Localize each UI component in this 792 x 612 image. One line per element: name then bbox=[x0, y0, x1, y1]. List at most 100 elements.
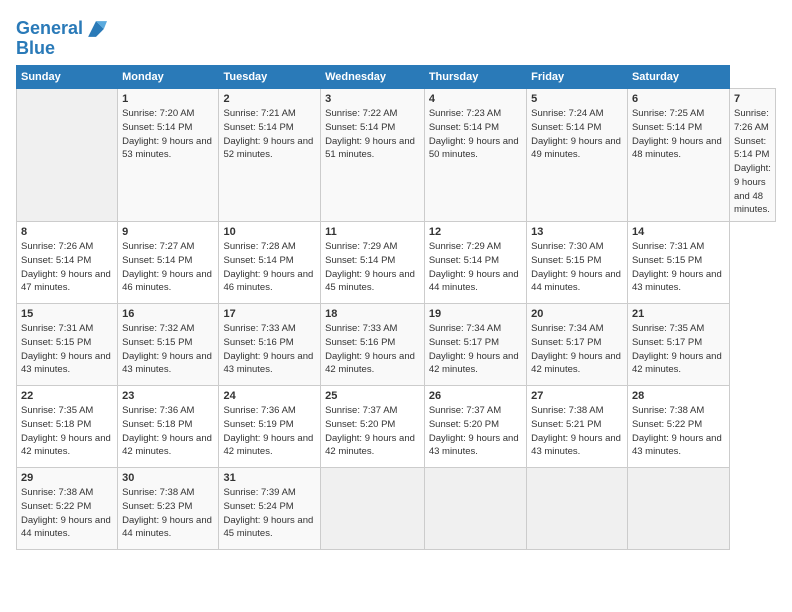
day-info: Sunrise: 7:38 AMSunset: 5:22 PMDaylight:… bbox=[21, 486, 113, 541]
calendar-cell: 3 Sunrise: 7:22 AMSunset: 5:14 PMDaylight… bbox=[321, 89, 425, 222]
calendar-cell: 10 Sunrise: 7:28 AMSunset: 5:14 PMDayligh… bbox=[219, 222, 321, 304]
day-number: 12 bbox=[429, 226, 522, 238]
day-number: 13 bbox=[531, 226, 623, 238]
calendar-cell: 12Sunrise: 7:29 AMSunset: 5:14 PMDayligh… bbox=[424, 222, 526, 304]
calendar-week-3: 15 Sunrise: 7:31 AMSunset: 5:15 PMDayligh… bbox=[17, 304, 776, 386]
calendar-cell bbox=[321, 468, 425, 550]
day-info: Sunrise: 7:34 AMSunset: 5:17 PMDaylight:… bbox=[531, 322, 623, 377]
calendar-week-1: 1 Sunrise: 7:20 AMSunset: 5:14 PMDaylight… bbox=[17, 89, 776, 222]
day-info: Sunrise: 7:39 AMSunset: 5:24 PMDaylight:… bbox=[223, 486, 316, 541]
calendar-cell: 28 Sunrise: 7:38 AMSunset: 5:22 PMDayligh… bbox=[627, 386, 729, 468]
day-info: Sunrise: 7:25 AMSunset: 5:14 PMDaylight:… bbox=[632, 107, 725, 162]
day-number: 15 bbox=[21, 308, 113, 320]
day-number: 30 bbox=[122, 472, 214, 484]
calendar-cell bbox=[627, 468, 729, 550]
day-info: Sunrise: 7:37 AMSunset: 5:20 PMDaylight:… bbox=[325, 404, 420, 459]
day-info: Sunrise: 7:30 AMSunset: 5:15 PMDaylight:… bbox=[531, 240, 623, 295]
calendar-cell: 6Sunrise: 7:25 AMSunset: 5:14 PMDaylight… bbox=[627, 89, 729, 222]
day-info: Sunrise: 7:29 AMSunset: 5:14 PMDaylight:… bbox=[325, 240, 420, 295]
day-info: Sunrise: 7:38 AMSunset: 5:22 PMDaylight:… bbox=[632, 404, 725, 459]
dow-header-saturday: Saturday bbox=[627, 66, 729, 89]
calendar-week-5: 29Sunrise: 7:38 AMSunset: 5:22 PMDayligh… bbox=[17, 468, 776, 550]
calendar-cell: 26Sunrise: 7:37 AMSunset: 5:20 PMDayligh… bbox=[424, 386, 526, 468]
calendar-cell: 27 Sunrise: 7:38 AMSunset: 5:21 PMDayligh… bbox=[527, 386, 628, 468]
calendar-cell bbox=[527, 468, 628, 550]
dow-header-tuesday: Tuesday bbox=[219, 66, 321, 89]
day-info: Sunrise: 7:22 AMSunset: 5:14 PMDaylight:… bbox=[325, 107, 420, 162]
day-number: 2 bbox=[223, 93, 316, 105]
calendar-cell: 15 Sunrise: 7:31 AMSunset: 5:15 PMDayligh… bbox=[17, 304, 118, 386]
day-number: 10 bbox=[223, 226, 316, 238]
day-info: Sunrise: 7:32 AMSunset: 5:15 PMDaylight:… bbox=[122, 322, 214, 377]
day-number: 8 bbox=[21, 226, 113, 238]
calendar-week-4: 22Sunrise: 7:35 AMSunset: 5:18 PMDayligh… bbox=[17, 386, 776, 468]
calendar-cell: 22Sunrise: 7:35 AMSunset: 5:18 PMDayligh… bbox=[17, 386, 118, 468]
page-container: General Blue SundayMondayTuesdayWednesda… bbox=[0, 0, 792, 612]
day-info: Sunrise: 7:31 AMSunset: 5:15 PMDaylight:… bbox=[21, 322, 113, 377]
day-info: Sunrise: 7:20 AMSunset: 5:14 PMDaylight:… bbox=[122, 107, 214, 162]
day-info: Sunrise: 7:28 AMSunset: 5:14 PMDaylight:… bbox=[223, 240, 316, 295]
calendar-cell: 7Sunrise: 7:26 AMSunset: 5:14 PMDaylight… bbox=[729, 89, 775, 222]
day-number: 14 bbox=[632, 226, 725, 238]
calendar-cell: 11 Sunrise: 7:29 AMSunset: 5:14 PMDayligh… bbox=[321, 222, 425, 304]
logo-blue: Blue bbox=[16, 38, 107, 59]
day-number: 9 bbox=[122, 226, 214, 238]
logo-icon bbox=[85, 18, 107, 40]
day-number: 18 bbox=[325, 308, 420, 320]
day-number: 4 bbox=[429, 93, 522, 105]
calendar-cell: 21 Sunrise: 7:35 AMSunset: 5:17 PMDayligh… bbox=[627, 304, 729, 386]
day-number: 31 bbox=[223, 472, 316, 484]
calendar-cell: 4 Sunrise: 7:23 AMSunset: 5:14 PMDaylight… bbox=[424, 89, 526, 222]
header: General Blue bbox=[16, 14, 776, 59]
day-info: Sunrise: 7:26 AMSunset: 5:14 PMDaylight:… bbox=[734, 107, 771, 217]
dow-header-monday: Monday bbox=[118, 66, 219, 89]
calendar-cell: 23 Sunrise: 7:36 AMSunset: 5:18 PMDayligh… bbox=[118, 386, 219, 468]
day-info: Sunrise: 7:34 AMSunset: 5:17 PMDaylight:… bbox=[429, 322, 522, 377]
logo-text: General bbox=[16, 19, 83, 39]
calendar-cell: 20 Sunrise: 7:34 AMSunset: 5:17 PMDayligh… bbox=[527, 304, 628, 386]
day-info: Sunrise: 7:23 AMSunset: 5:14 PMDaylight:… bbox=[429, 107, 522, 162]
calendar-cell: 14 Sunrise: 7:31 AMSunset: 5:15 PMDayligh… bbox=[627, 222, 729, 304]
day-info: Sunrise: 7:35 AMSunset: 5:17 PMDaylight:… bbox=[632, 322, 725, 377]
day-info: Sunrise: 7:33 AMSunset: 5:16 PMDaylight:… bbox=[325, 322, 420, 377]
day-number: 19 bbox=[429, 308, 522, 320]
day-number: 27 bbox=[531, 390, 623, 402]
day-number: 26 bbox=[429, 390, 522, 402]
days-of-week-row: SundayMondayTuesdayWednesdayThursdayFrid… bbox=[17, 66, 776, 89]
calendar-cell: 24Sunrise: 7:36 AMSunset: 5:19 PMDayligh… bbox=[219, 386, 321, 468]
day-number: 28 bbox=[632, 390, 725, 402]
empty-cell bbox=[17, 89, 118, 222]
day-info: Sunrise: 7:31 AMSunset: 5:15 PMDaylight:… bbox=[632, 240, 725, 295]
day-number: 17 bbox=[223, 308, 316, 320]
calendar-cell: 16 Sunrise: 7:32 AMSunset: 5:15 PMDayligh… bbox=[118, 304, 219, 386]
day-info: Sunrise: 7:36 AMSunset: 5:18 PMDaylight:… bbox=[122, 404, 214, 459]
calendar-table: SundayMondayTuesdayWednesdayThursdayFrid… bbox=[16, 65, 776, 550]
day-info: Sunrise: 7:38 AMSunset: 5:23 PMDaylight:… bbox=[122, 486, 214, 541]
day-number: 24 bbox=[223, 390, 316, 402]
calendar-cell: 5 Sunrise: 7:24 AMSunset: 5:14 PMDaylight… bbox=[527, 89, 628, 222]
day-number: 16 bbox=[122, 308, 214, 320]
calendar-week-2: 8 Sunrise: 7:26 AMSunset: 5:14 PMDaylight… bbox=[17, 222, 776, 304]
day-number: 20 bbox=[531, 308, 623, 320]
logo: General Blue bbox=[16, 18, 107, 59]
dow-header-sunday: Sunday bbox=[17, 66, 118, 89]
day-info: Sunrise: 7:26 AMSunset: 5:14 PMDaylight:… bbox=[21, 240, 113, 295]
calendar-cell: 2Sunrise: 7:21 AMSunset: 5:14 PMDaylight… bbox=[219, 89, 321, 222]
calendar-cell: 29Sunrise: 7:38 AMSunset: 5:22 PMDayligh… bbox=[17, 468, 118, 550]
day-number: 23 bbox=[122, 390, 214, 402]
day-number: 1 bbox=[122, 93, 214, 105]
calendar-cell: 1 Sunrise: 7:20 AMSunset: 5:14 PMDaylight… bbox=[118, 89, 219, 222]
day-number: 5 bbox=[531, 93, 623, 105]
calendar-cell: 17 Sunrise: 7:33 AMSunset: 5:16 PMDayligh… bbox=[219, 304, 321, 386]
calendar-cell: 30 Sunrise: 7:38 AMSunset: 5:23 PMDayligh… bbox=[118, 468, 219, 550]
day-info: Sunrise: 7:24 AMSunset: 5:14 PMDaylight:… bbox=[531, 107, 623, 162]
calendar-cell: 8 Sunrise: 7:26 AMSunset: 5:14 PMDaylight… bbox=[17, 222, 118, 304]
calendar-cell: 9Sunrise: 7:27 AMSunset: 5:14 PMDaylight… bbox=[118, 222, 219, 304]
day-number: 21 bbox=[632, 308, 725, 320]
day-number: 3 bbox=[325, 93, 420, 105]
day-number: 22 bbox=[21, 390, 113, 402]
day-number: 25 bbox=[325, 390, 420, 402]
day-number: 11 bbox=[325, 226, 420, 238]
day-info: Sunrise: 7:33 AMSunset: 5:16 PMDaylight:… bbox=[223, 322, 316, 377]
day-info: Sunrise: 7:38 AMSunset: 5:21 PMDaylight:… bbox=[531, 404, 623, 459]
